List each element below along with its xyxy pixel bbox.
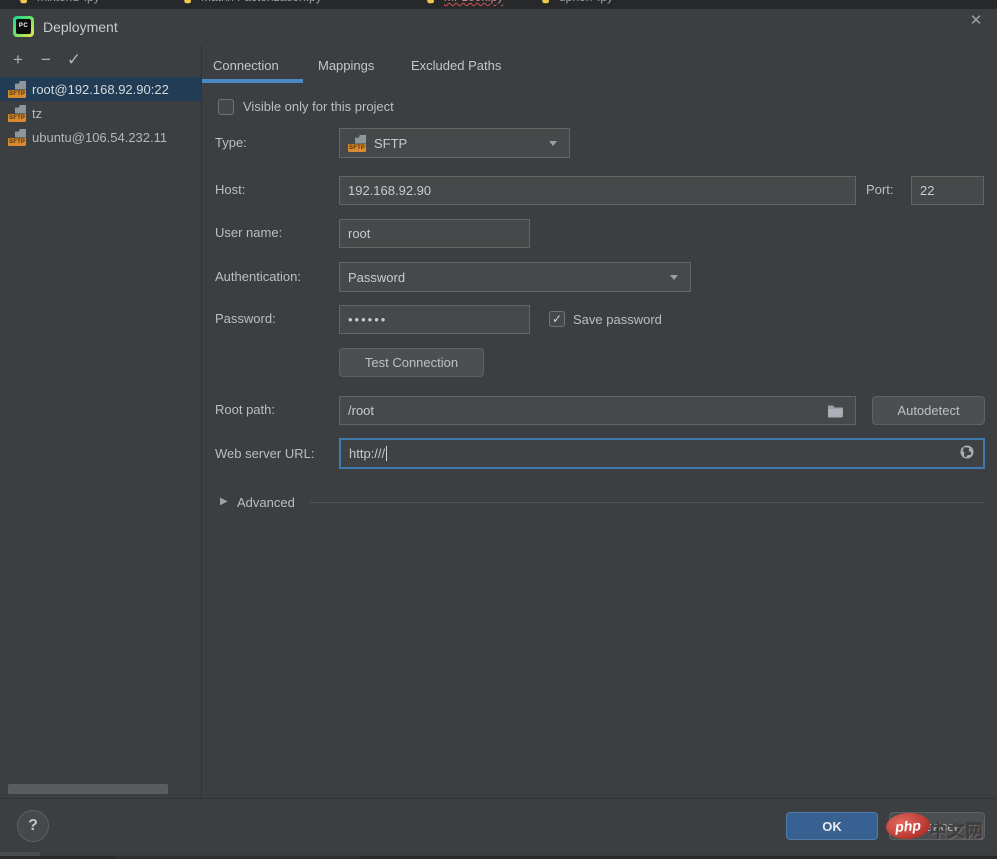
port-input[interactable] [911, 176, 984, 205]
web-server-url-label: Web server URL: [215, 446, 315, 461]
editor-tab[interactable]: mixtend*.py × [18, 0, 113, 8]
python-file-icon [540, 0, 553, 4]
sftp-badge: SFTP [8, 137, 27, 146]
advanced-divider [310, 502, 985, 503]
server-item-ubuntu[interactable]: SFTP ubuntu@106.54.232.11 [0, 125, 201, 149]
sftp-badge: SFTP [348, 143, 367, 152]
python-file-icon [18, 0, 31, 4]
host-label: Host: [215, 182, 246, 197]
type-value: SFTP [374, 135, 408, 151]
server-item-label: ubuntu@106.54.232.11 [32, 129, 168, 145]
username-input[interactable] [339, 219, 530, 248]
editor-tab-label: mf-100k.py [444, 0, 503, 4]
folder-browse-icon[interactable] [827, 403, 844, 423]
password-input[interactable] [339, 305, 530, 334]
tab-close-icon[interactable]: × [328, 0, 335, 4]
tab-close-icon[interactable]: × [106, 0, 113, 4]
text-cursor [386, 446, 388, 461]
root-path-label: Root path: [215, 402, 275, 417]
help-button[interactable]: ? [17, 810, 49, 842]
globe-icon[interactable] [959, 444, 975, 463]
sftp-server-icon: SFTP [8, 104, 27, 122]
tab-connection[interactable]: Connection [213, 54, 279, 78]
tab-close-icon[interactable]: × [509, 0, 516, 4]
editor-tab[interactable]: Matrix Factorization.py × [182, 0, 335, 8]
sidebar-divider [201, 45, 202, 798]
python-file-icon [182, 0, 195, 4]
server-doc-shape [15, 80, 26, 90]
ide-status-strip [0, 852, 997, 859]
save-password-checkbox[interactable]: ✓ [549, 311, 565, 327]
password-label: Password: [215, 311, 276, 326]
sftp-badge: SFTP [8, 113, 27, 122]
web-server-url-value: http:/// [349, 446, 386, 461]
python-file-icon [425, 0, 438, 4]
server-item-root[interactable]: SFTP root@192.168.92.90:22 [0, 77, 201, 101]
server-item-label: tz [32, 105, 43, 121]
save-password-label: Save password [573, 312, 662, 327]
host-input[interactable] [339, 176, 856, 205]
server-doc-shape [355, 134, 366, 144]
server-item-tz[interactable]: SFTP tz [0, 101, 201, 125]
ok-button[interactable]: OK [786, 812, 878, 840]
autodetect-button[interactable]: Autodetect [872, 396, 985, 425]
authentication-label: Authentication: [215, 269, 302, 284]
sidebar-horizontal-scrollbar[interactable] [8, 784, 168, 794]
chevron-down-icon [549, 140, 557, 146]
sftp-badge: SFTP [8, 89, 27, 98]
authentication-value: Password [348, 269, 406, 285]
editor-tab-label: mixtend*.py [37, 0, 100, 4]
close-icon[interactable]: ✕ [966, 11, 986, 31]
sftp-server-icon: SFTP [8, 128, 27, 146]
footer-divider [0, 798, 997, 799]
root-path-input[interactable] [339, 396, 856, 425]
server-doc-shape [15, 128, 26, 138]
username-label: User name: [215, 225, 283, 240]
type-label: Type: [215, 135, 247, 150]
advanced-expander-icon[interactable]: ▶ [220, 495, 228, 509]
sftp-type-icon: SFTP [348, 134, 367, 152]
advanced-label[interactable]: Advanced [237, 494, 295, 512]
chevron-down-icon [670, 274, 678, 280]
remove-server-button[interactable]: − [35, 49, 57, 71]
screen: mixtend*.py × Matrix Factorization.py × … [0, 0, 997, 859]
pycharm-logo-text: PC [16, 19, 31, 34]
authentication-select[interactable]: Password [339, 262, 691, 292]
server-doc-shape [15, 104, 26, 114]
use-as-default-button[interactable]: ✓ [63, 49, 85, 71]
editor-tab[interactable]: mf-100k.py × [425, 0, 516, 8]
active-tab-underline [202, 79, 303, 83]
type-select[interactable]: SFTP SFTP [339, 128, 570, 158]
add-server-button[interactable]: + [7, 49, 29, 71]
sftp-server-icon: SFTP [8, 80, 27, 98]
editor-tab-strip: mixtend*.py × Matrix Factorization.py × … [0, 0, 997, 9]
web-server-url-input[interactable]: http:/// [339, 438, 985, 469]
tab-close-icon[interactable]: × [619, 0, 626, 4]
port-label: Port: [866, 182, 894, 197]
tab-excluded-paths[interactable]: Excluded Paths [411, 54, 501, 78]
tab-mappings[interactable]: Mappings [318, 54, 374, 78]
dialog-title: Deployment [43, 19, 118, 35]
cancel-button[interactable]: Cancel [889, 812, 985, 840]
test-connection-button[interactable]: Test Connection [339, 348, 484, 377]
editor-tab[interactable]: uphon*.py × [540, 0, 626, 8]
editor-tab-label: uphon*.py [559, 0, 613, 4]
editor-tab-label: Matrix Factorization.py [201, 0, 322, 4]
visible-only-checkbox[interactable] [218, 99, 234, 115]
server-item-label: root@192.168.92.90:22 [32, 81, 169, 97]
pycharm-logo-icon: PC [13, 16, 34, 37]
visible-only-label: Visible only for this project [243, 99, 394, 114]
